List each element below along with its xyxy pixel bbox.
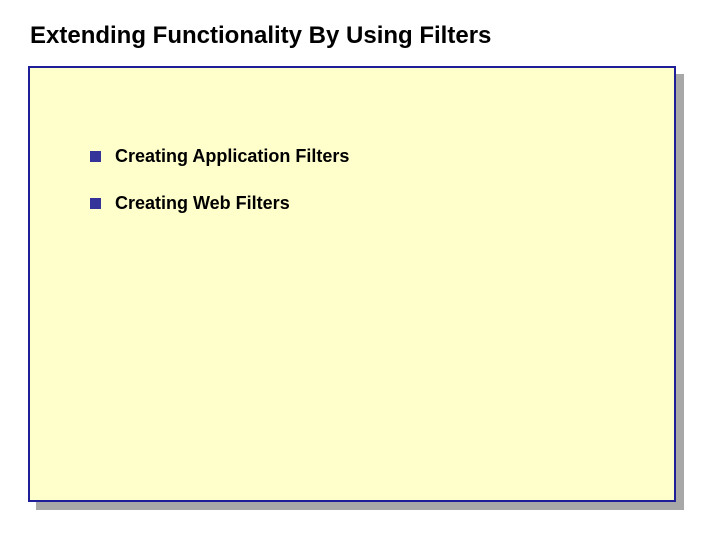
content-box: Creating Application Filters Creating We…	[28, 66, 676, 502]
bullet-label: Creating Application Filters	[115, 146, 349, 167]
bullet-label: Creating Web Filters	[115, 193, 290, 214]
square-bullet-icon	[90, 151, 101, 162]
square-bullet-icon	[90, 198, 101, 209]
list-item: Creating Application Filters	[90, 146, 349, 167]
slide-title: Extending Functionality By Using Filters	[30, 22, 491, 50]
bullet-list: Creating Application Filters Creating We…	[90, 146, 349, 240]
list-item: Creating Web Filters	[90, 193, 349, 214]
